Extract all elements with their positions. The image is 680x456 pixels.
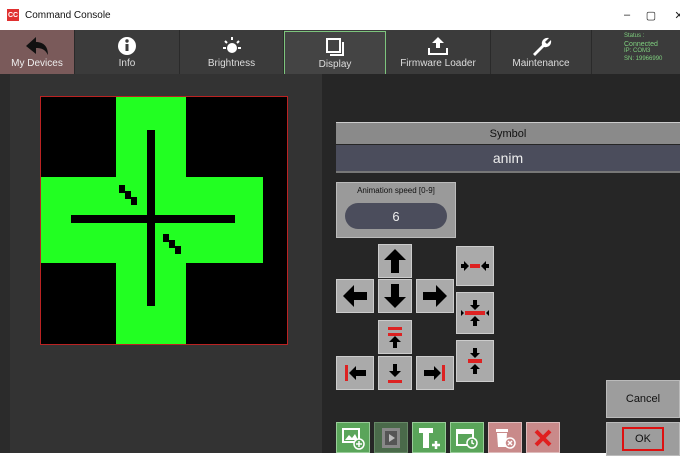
toolbar-firmware-loader[interactable]: Firmware Loader <box>386 30 491 74</box>
move-down-button[interactable] <box>378 279 412 313</box>
move-right-button[interactable] <box>416 279 454 313</box>
move-left-button[interactable] <box>336 279 374 313</box>
symbol-field[interactable]: anim <box>336 145 680 173</box>
preview-pane <box>10 74 322 453</box>
toolbar-label: Display <box>318 58 352 70</box>
film-play-icon <box>382 427 400 448</box>
align-top-button[interactable] <box>378 320 412 354</box>
align-bottom-button[interactable] <box>378 356 412 390</box>
center-both-button[interactable] <box>456 292 494 334</box>
animation-speed-field[interactable]: 6 <box>345 203 447 229</box>
display-editor: Symbol anim Animation speed [0-9] 6 Canc… <box>10 74 680 456</box>
align-left-button[interactable] <box>336 356 374 390</box>
status-ip: IP: COM3 <box>624 48 651 54</box>
status-state: Connected <box>624 40 658 48</box>
status-panel: Status : Connected IP: COM3 SN: 19966990 <box>592 30 680 74</box>
center-both-icon <box>461 300 489 326</box>
ok-button-frame: OK <box>606 422 680 456</box>
add-text-icon <box>419 427 440 449</box>
window-title: Command Console <box>25 9 111 21</box>
app-icon: CC <box>7 9 19 21</box>
command-console-window: CC Command Console – ▢ ✕ My Devices Info <box>0 0 680 456</box>
animation-speed-label: Animation speed [0-9] <box>357 186 435 195</box>
center-vertical-icon <box>468 348 482 374</box>
align-right-icon <box>424 365 445 381</box>
add-text-button[interactable] <box>412 422 446 453</box>
toolbar-display[interactable]: Display <box>284 31 386 75</box>
add-datetime-button[interactable] <box>450 422 484 453</box>
clear-all-button[interactable] <box>526 422 560 453</box>
toolbar-my-devices[interactable]: My Devices <box>0 30 75 74</box>
calendar-clock-icon <box>456 428 478 449</box>
sun-icon <box>222 36 241 53</box>
pixel-grid <box>41 97 263 344</box>
toolbar-label: Firmware Loader <box>400 57 476 69</box>
symbol-header: Symbol <box>336 122 680 144</box>
center-horizontal-button[interactable] <box>456 246 494 286</box>
toolbar-info[interactable]: Info <box>75 30 180 74</box>
info-icon <box>118 36 136 55</box>
status-sn: SN: 19966990 <box>624 55 663 62</box>
back-arrow-icon <box>26 36 48 55</box>
add-image-icon <box>342 427 365 450</box>
title-bar: CC Command Console – ▢ ✕ <box>0 0 680 30</box>
toolbar-brightness[interactable]: Brightness <box>180 30 284 74</box>
arrow-left-icon <box>343 285 367 307</box>
trash-icon <box>496 428 516 449</box>
maximize-button[interactable]: ▢ <box>636 0 666 30</box>
align-right-button[interactable] <box>416 356 454 390</box>
align-left-icon <box>345 365 366 381</box>
arrow-right-icon <box>423 285 447 307</box>
animation-speed-box: Animation speed [0-9] 6 <box>336 182 456 238</box>
arrow-down-icon <box>384 284 406 308</box>
controls-pane: Symbol anim Animation speed [0-9] 6 Canc… <box>322 74 680 456</box>
move-up-button[interactable] <box>378 244 412 278</box>
play-animation-button[interactable] <box>374 422 408 453</box>
upload-icon <box>428 36 448 55</box>
toolbar-label: Info <box>118 57 136 69</box>
led-matrix-preview[interactable] <box>40 96 288 345</box>
close-x-icon <box>534 429 552 446</box>
status-label: Status : <box>624 33 645 39</box>
center-horizontal-icon <box>461 261 489 271</box>
wrench-icon <box>533 37 552 56</box>
ok-button[interactable]: OK <box>622 427 664 451</box>
toolbar-label: Maintenance <box>512 57 570 69</box>
arrow-up-icon <box>384 249 406 273</box>
align-bottom-icon <box>388 364 402 383</box>
delete-element-button[interactable] <box>488 422 522 453</box>
display-icon <box>326 37 344 56</box>
cancel-button[interactable]: Cancel <box>606 380 680 418</box>
align-top-icon <box>388 327 402 348</box>
add-image-button[interactable] <box>336 422 370 453</box>
center-vertical-button[interactable] <box>456 340 494 382</box>
toolbar-maintenance[interactable]: Maintenance <box>491 30 592 74</box>
toolbar-label: Brightness <box>207 57 256 69</box>
toolbar-label: My Devices <box>11 57 63 69</box>
close-button[interactable]: ✕ <box>664 0 680 30</box>
main-toolbar: My Devices Info Brightness Display Firmw… <box>0 30 680 75</box>
